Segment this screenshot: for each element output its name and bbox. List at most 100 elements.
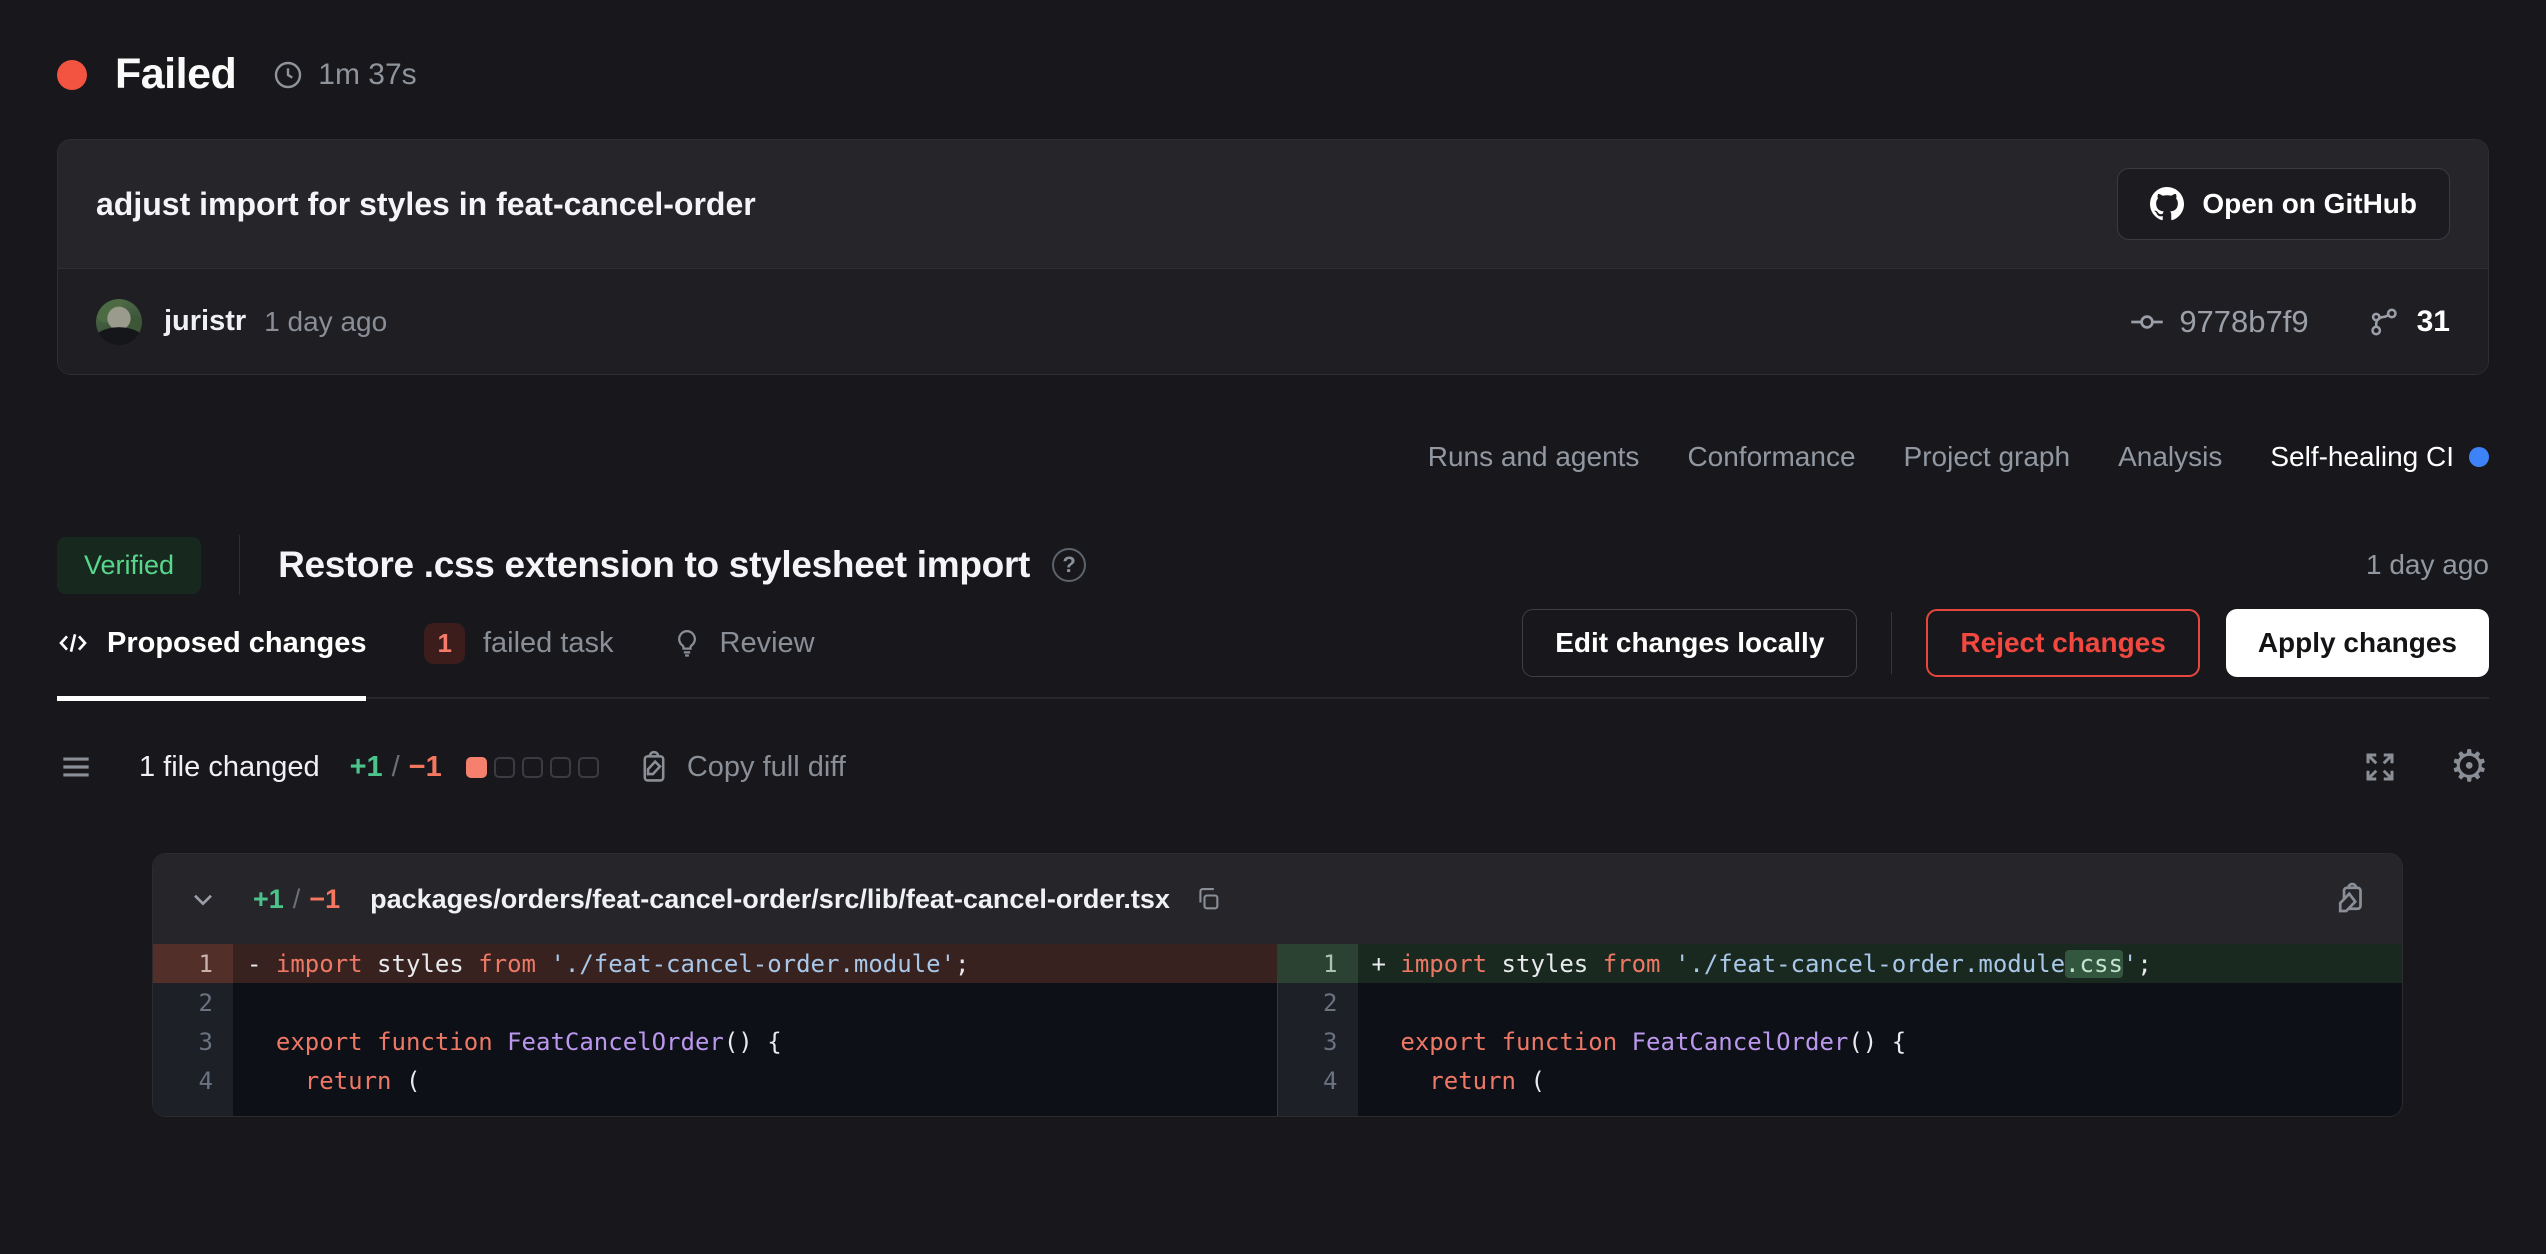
fix-title: Restore .css extension to stylesheet imp… bbox=[278, 544, 1030, 586]
branch-count: 31 bbox=[2417, 305, 2450, 339]
file-path: packages/orders/feat-cancel-order/src/li… bbox=[370, 884, 1170, 915]
author-name: juristr bbox=[164, 305, 246, 338]
code-line: 1 + import styles from './feat-cancel-or… bbox=[1278, 944, 2403, 983]
status-failed-dot bbox=[57, 60, 87, 90]
file-list-icon[interactable] bbox=[57, 748, 95, 786]
diff-pane-before: 1 - import styles from './feat-cancel-or… bbox=[153, 944, 1278, 1116]
code-text: - import styles from './feat-cancel-orde… bbox=[233, 944, 1277, 983]
line-number: 2 bbox=[153, 983, 233, 1022]
gear-icon[interactable]: ⚙ bbox=[2450, 745, 2489, 789]
code-line: 2 bbox=[1278, 983, 2403, 1022]
code-text: export function FeatCancelOrder() { bbox=[233, 1022, 1277, 1061]
tab-proposed-changes[interactable]: Proposed changes bbox=[57, 627, 366, 660]
fix-time-ago: 1 day ago bbox=[2366, 549, 2489, 581]
line-number: 1 bbox=[153, 944, 233, 983]
nav-label: Runs and agents bbox=[1428, 441, 1640, 473]
code-line: 3 export function FeatCancelOrder() { bbox=[1278, 1022, 2403, 1061]
line-number: 1 bbox=[1278, 944, 1358, 983]
diff-toolbar: 1 file changed +1 / −1 Copy full diff ⚙ bbox=[57, 745, 2489, 789]
nav-project-graph[interactable]: Project graph bbox=[1904, 441, 2071, 473]
help-icon[interactable]: ? bbox=[1052, 548, 1086, 582]
fix-heading-row: Verified Restore .css extension to style… bbox=[57, 535, 2489, 595]
code-text: + import styles from './feat-cancel-orde… bbox=[1358, 944, 2403, 983]
file-deletions: −1 bbox=[309, 884, 340, 915]
git-commit-icon bbox=[2129, 304, 2165, 340]
file-diffstat-slash: / bbox=[293, 884, 301, 915]
notification-dot bbox=[2469, 447, 2489, 467]
diffstat-slash: / bbox=[392, 751, 400, 784]
copy-full-diff-label: Copy full diff bbox=[687, 751, 846, 784]
tab-failed-task[interactable]: 1 failed task bbox=[424, 623, 613, 664]
commit-card: adjust import for styles in feat-cancel-… bbox=[57, 139, 2489, 375]
workspace-nav: Runs and agents Conformance Project grap… bbox=[57, 441, 2489, 473]
nav-self-healing-ci[interactable]: Self-healing CI bbox=[2270, 441, 2489, 473]
code-spacer bbox=[153, 1100, 1277, 1116]
fix-tabs-row: Proposed changes 1 failed task Review Ed… bbox=[57, 595, 2489, 699]
open-on-github-button[interactable]: Open on GitHub bbox=[2117, 168, 2450, 240]
reject-changes-button[interactable]: Reject changes bbox=[1926, 609, 2199, 677]
edit-changes-locally-button[interactable]: Edit changes locally bbox=[1522, 609, 1857, 677]
commit-message: adjust import for styles in feat-cancel-… bbox=[96, 186, 756, 223]
nav-analysis[interactable]: Analysis bbox=[2118, 441, 2222, 473]
nav-label: Self-healing CI bbox=[2270, 441, 2454, 473]
failed-count-badge: 1 bbox=[424, 623, 464, 664]
open-on-github-label: Open on GitHub bbox=[2202, 188, 2417, 220]
git-branch-icon bbox=[2367, 305, 2401, 339]
nav-label: Analysis bbox=[2118, 441, 2222, 473]
nav-conformance[interactable]: Conformance bbox=[1687, 441, 1855, 473]
copy-path-icon[interactable] bbox=[1194, 885, 1222, 913]
line-number: 3 bbox=[153, 1022, 233, 1061]
line-number: 4 bbox=[1278, 1061, 1358, 1100]
diff-pane-after: 1 + import styles from './feat-cancel-or… bbox=[1278, 944, 2403, 1116]
code-text: return ( bbox=[233, 1061, 1277, 1100]
diff-file-header: +1 / −1 packages/orders/feat-cancel-orde… bbox=[153, 854, 2402, 944]
diffstat: +1 / −1 bbox=[350, 751, 442, 784]
line-number: 2 bbox=[1278, 983, 1358, 1022]
commit-hash-group[interactable]: 9778b7f9 bbox=[2129, 304, 2308, 340]
clipboard-icon bbox=[637, 750, 671, 784]
deletions-count: −1 bbox=[409, 751, 442, 784]
nav-label: Conformance bbox=[1687, 441, 1855, 473]
diff-card: +1 / −1 packages/orders/feat-cancel-orde… bbox=[152, 853, 2403, 1117]
action-divider bbox=[1891, 612, 1892, 674]
code-icon bbox=[57, 627, 89, 659]
clipboard-paste-icon[interactable] bbox=[2332, 881, 2368, 917]
vertical-divider bbox=[239, 535, 240, 595]
status-label: Failed bbox=[115, 50, 236, 99]
commit-title-row: adjust import for styles in feat-cancel-… bbox=[58, 140, 2488, 268]
commit-time-ago: 1 day ago bbox=[264, 306, 387, 338]
line-number: 4 bbox=[153, 1061, 233, 1100]
commit-hash: 9778b7f9 bbox=[2179, 304, 2308, 340]
code-text: export function FeatCancelOrder() { bbox=[1358, 1022, 2403, 1061]
run-status-row: Failed 1m 37s bbox=[57, 0, 2489, 99]
tab-label: Review bbox=[720, 627, 815, 660]
commit-author-row: juristr 1 day ago 9778b7f9 31 bbox=[58, 268, 2488, 374]
tab-review[interactable]: Review bbox=[672, 627, 815, 660]
verified-badge: Verified bbox=[57, 537, 201, 594]
copy-full-diff-button[interactable]: Copy full diff bbox=[637, 750, 846, 784]
code-line: 1 - import styles from './feat-cancel-or… bbox=[153, 944, 1277, 983]
line-number: 3 bbox=[1278, 1022, 1358, 1061]
run-duration: 1m 37s bbox=[318, 58, 416, 92]
apply-changes-button[interactable]: Apply changes bbox=[2226, 609, 2489, 677]
avatar bbox=[96, 299, 142, 345]
code-text bbox=[1358, 983, 2403, 1022]
nav-runs-and-agents[interactable]: Runs and agents bbox=[1428, 441, 1640, 473]
tab-label: Proposed changes bbox=[107, 627, 366, 660]
code-line: 3 export function FeatCancelOrder() { bbox=[153, 1022, 1277, 1061]
lightbulb-icon bbox=[672, 628, 702, 658]
files-changed-label: 1 file changed bbox=[139, 751, 320, 784]
diffstat-blocks bbox=[466, 757, 599, 778]
branch-count-group[interactable]: 31 bbox=[2367, 305, 2450, 339]
code-line: 2 bbox=[153, 983, 1277, 1022]
chevron-down-icon[interactable] bbox=[187, 883, 219, 915]
diff-body: 1 - import styles from './feat-cancel-or… bbox=[153, 944, 2402, 1116]
nav-label: Project graph bbox=[1904, 441, 2071, 473]
additions-count: +1 bbox=[350, 751, 383, 784]
code-text bbox=[233, 983, 1277, 1022]
github-icon bbox=[2150, 187, 2184, 221]
code-text: return ( bbox=[1358, 1061, 2403, 1100]
file-diffstat: +1 / −1 bbox=[253, 884, 340, 915]
file-additions: +1 bbox=[253, 884, 284, 915]
expand-icon[interactable] bbox=[2362, 749, 2398, 785]
